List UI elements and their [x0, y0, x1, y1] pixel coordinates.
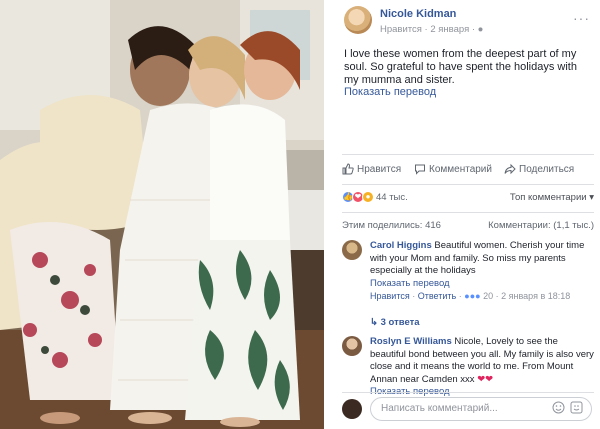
comment-date[interactable]: 2 января в 18:18 — [501, 291, 570, 301]
emoji-icon[interactable] — [552, 401, 565, 414]
comment-composer: Написать комментарий... — [342, 396, 597, 424]
like-button[interactable]: Нравится — [342, 163, 401, 175]
comment-item: Roslyn E Williams Nicole, Lovely to see … — [342, 336, 597, 397]
globe-icon: ● — [477, 24, 484, 35]
comment-body: Carol Higgins Beautiful women. Cherish y… — [370, 240, 595, 303]
commenter-name[interactable]: Carol Higgins — [370, 240, 432, 251]
sticker-icon[interactable] — [570, 401, 583, 414]
comment-actions: Нравится · Ответить · ●●● 20 · 2 января … — [370, 291, 571, 301]
comment-text-block: Roslyn E Williams Nicole, Lovely to see … — [370, 336, 595, 386]
like-label: Нравится — [357, 163, 402, 175]
divider — [342, 184, 594, 185]
comment-body: Roslyn E Williams Nicole, Lovely to see … — [370, 336, 595, 399]
author-name[interactable]: Nicole Kidman — [380, 8, 456, 20]
post-header: Nicole Kidman Нравится · 2 января · ● ··… — [344, 6, 594, 40]
wow-reaction-icon: ● — [362, 191, 374, 203]
hearts-emoji-icon: ❤❤ — [477, 373, 494, 385]
comment-label: Комментарий — [429, 163, 492, 175]
comment-icon — [415, 164, 425, 175]
post-text: I love these women from the deepest part… — [344, 48, 577, 86]
author-avatar[interactable] — [344, 6, 372, 34]
thumbs-up-icon — [342, 163, 354, 175]
commenter-name[interactable]: Roslyn E Williams — [370, 336, 452, 347]
view-replies-link[interactable]: ↳ 3 ответа — [370, 317, 420, 328]
reaction-count[interactable]: 44 тыс. — [376, 192, 408, 203]
comment-reaction-count: 20 — [483, 291, 494, 301]
share-button[interactable]: Поделиться — [504, 163, 574, 175]
post-photo[interactable] — [0, 0, 324, 429]
commenter-avatar[interactable] — [342, 336, 362, 356]
share-icon — [504, 163, 516, 175]
facebook-photo-viewer: Nicole Kidman Нравится · 2 января · ● ··… — [0, 0, 600, 429]
divider — [342, 212, 594, 213]
comment-sort-dropdown[interactable]: Топ комментарии ▾ — [510, 192, 594, 203]
comment-button[interactable]: Комментарий — [414, 163, 492, 175]
reaction-stats: 👍 ❤ ● 44 тыс. Топ комментарии ▾ — [342, 190, 594, 206]
shares-count[interactable]: Этим поделились: 416 — [342, 220, 441, 231]
comment-reply-link[interactable]: Ответить — [418, 291, 456, 301]
share-label: Поделиться — [519, 163, 575, 175]
post-actions: Нравится Комментарий Поделиться — [342, 160, 592, 182]
comment-text-block: Carol Higgins Beautiful women. Cherish y… — [370, 240, 595, 278]
show-translation-link[interactable]: Показать перевод — [344, 86, 436, 98]
more-options-icon[interactable]: ··· — [573, 10, 590, 26]
post-meta-text: Нравится · 2 января · — [380, 24, 476, 35]
post-meta: Нравится · 2 января · ● — [380, 24, 483, 35]
divider — [342, 154, 594, 155]
post-panel: Nicole Kidman Нравится · 2 января · ● ··… — [330, 0, 600, 429]
comment-reactions-icon[interactable]: ●●● — [464, 291, 480, 301]
photo-illustration — [0, 0, 324, 429]
reaction-icons[interactable]: 👍 ❤ ● — [342, 191, 374, 203]
comment-item: Carol Higgins Beautiful women. Cherish y… — [342, 240, 597, 326]
divider — [342, 392, 594, 393]
comments-count[interactable]: Комментарии: (1,1 тыс.) — [488, 220, 594, 231]
replies-label: 3 ответа — [380, 317, 420, 328]
reply-arrow-icon: ↳ — [370, 317, 381, 328]
comment-translate-link[interactable]: Показать перевод — [370, 278, 595, 291]
commenter-avatar[interactable] — [342, 240, 362, 260]
current-user-avatar[interactable] — [342, 399, 362, 419]
comment-like-link[interactable]: Нравится — [370, 291, 410, 301]
